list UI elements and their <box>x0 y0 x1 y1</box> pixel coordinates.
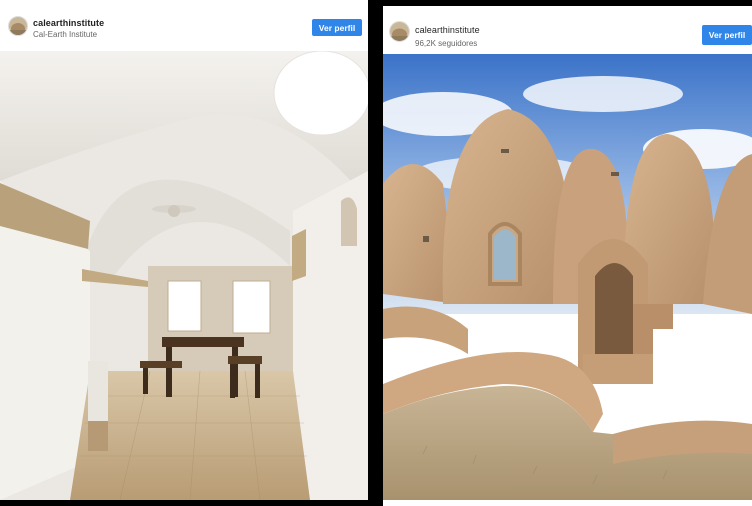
post-card-right: calearthinstitute 96,2K seguidores Ver p… <box>383 6 752 506</box>
avatar[interactable] <box>389 21 410 42</box>
post-image[interactable] <box>383 54 752 500</box>
username[interactable]: calearthinstitute <box>415 25 480 35</box>
post-header: calearthinstitute 96,2K seguidores Ver p… <box>383 6 752 55</box>
username[interactable]: calearthinstitute <box>33 18 104 28</box>
superadobe-domes-photo <box>383 54 752 500</box>
post-image[interactable] <box>0 51 368 500</box>
avatar-dome-icon <box>9 17 27 35</box>
interior-vaulted-room-photo <box>0 51 368 500</box>
post-card-left: calearthinstitute Cal-Earth Institute Ve… <box>0 0 368 500</box>
avatar-dome-icon <box>390 22 409 41</box>
post-header: calearthinstitute Cal-Earth Institute Ve… <box>0 6 368 52</box>
view-profile-button[interactable]: Ver perfil <box>312 19 362 36</box>
followers-count: 96,2K seguidores <box>415 39 478 48</box>
location-label[interactable]: Cal-Earth Institute <box>33 30 97 39</box>
view-profile-button[interactable]: Ver perfil <box>702 25 752 45</box>
avatar[interactable] <box>8 16 28 36</box>
